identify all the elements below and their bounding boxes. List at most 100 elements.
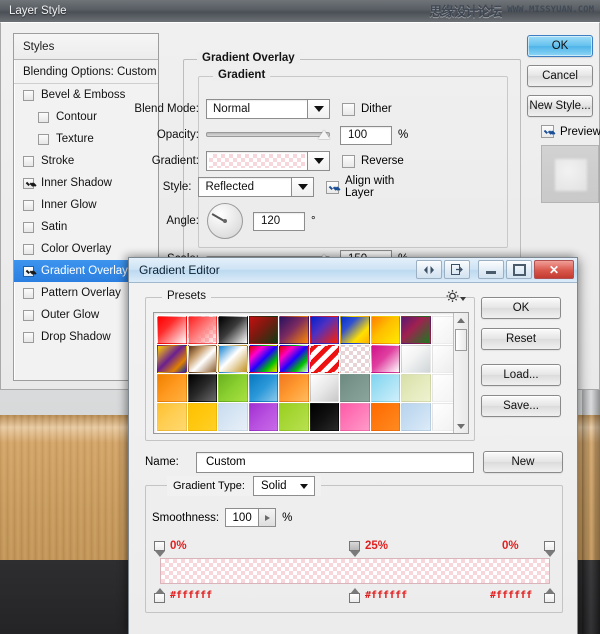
chevron-down-icon[interactable] (307, 152, 329, 170)
color-stop-marker[interactable] (349, 588, 361, 603)
gradient-preset-swatch[interactable] (187, 403, 217, 431)
gradient-preset-swatch[interactable] (187, 316, 217, 344)
gradient-preset-swatch[interactable] (187, 345, 217, 373)
gradient-preset-swatch[interactable] (401, 403, 431, 431)
smoothness-stepper[interactable]: 100 (225, 508, 277, 527)
styles-header[interactable]: Styles (14, 34, 158, 60)
style-enable-checkbox[interactable] (23, 155, 34, 167)
dock-icon[interactable] (416, 260, 442, 279)
blend-mode-select[interactable]: Normal (206, 99, 330, 119)
close-icon[interactable]: ✕ (534, 260, 574, 279)
gradient-preset-swatch[interactable] (309, 316, 339, 344)
style-enable-checkbox[interactable] (23, 177, 34, 189)
gradient-preset-swatch[interactable] (218, 403, 248, 431)
sidebar-item-blending-options[interactable]: Blending Options: Custom (14, 60, 158, 84)
minimize-icon[interactable] (478, 260, 504, 279)
style-enable-checkbox[interactable] (38, 133, 49, 145)
gradient-preset-swatch[interactable] (187, 374, 217, 402)
gradient-preset-swatch[interactable] (248, 374, 278, 402)
angle-dial[interactable] (207, 203, 243, 239)
gradient-preset-swatch[interactable] (340, 374, 370, 402)
reverse-checkbox[interactable] (342, 154, 355, 168)
align-with-layer-option[interactable]: Align with Layer (326, 175, 417, 199)
layer-style-titlebar[interactable]: Layer Style (0, 0, 600, 22)
gradient-preset-swatch[interactable] (218, 374, 248, 402)
dither-checkbox[interactable] (342, 102, 355, 116)
gradient-preset-swatch[interactable] (218, 316, 248, 344)
gradient-preset-swatch[interactable] (340, 403, 370, 431)
gradient-save-button[interactable]: Save... (481, 395, 561, 417)
chevron-down-icon[interactable] (460, 297, 466, 301)
gradient-preset-swatch[interactable] (157, 403, 187, 431)
opacity-input[interactable]: 100 (340, 125, 392, 145)
preview-option[interactable]: Preview (527, 125, 600, 138)
opacity-slider-thumb[interactable] (318, 130, 330, 139)
preview-checkbox[interactable] (541, 125, 554, 138)
color-stop-handle[interactable] (349, 593, 360, 603)
style-enable-checkbox[interactable] (23, 243, 34, 255)
presets-grid[interactable] (154, 313, 453, 433)
gradient-preview-swatch[interactable] (209, 154, 305, 168)
gradient-preset-swatch[interactable] (248, 345, 278, 373)
style-enable-checkbox[interactable] (23, 331, 34, 343)
opacity-stop-marker[interactable] (349, 541, 361, 557)
new-style-button[interactable]: New Style... (527, 95, 593, 117)
new-preset-button[interactable]: New (483, 451, 563, 473)
gradient-preset-swatch[interactable] (279, 374, 309, 402)
ok-button[interactable]: OK (527, 35, 593, 57)
dither-option[interactable]: Dither (342, 102, 392, 116)
scroll-up-icon[interactable] (454, 313, 468, 327)
align-with-layer-checkbox[interactable] (326, 180, 340, 194)
gradient-preset-swatch[interactable] (370, 316, 400, 344)
gradient-type-select[interactable]: Solid (252, 476, 315, 496)
gear-icon[interactable] (446, 288, 466, 304)
gradient-preset-swatch[interactable] (370, 403, 400, 431)
opacity-stop-handle[interactable] (349, 541, 360, 551)
chevron-down-icon[interactable] (299, 484, 308, 489)
gradient-preset-swatch[interactable] (157, 374, 187, 402)
scroll-down-icon[interactable] (454, 419, 468, 433)
gradient-reset-button[interactable]: Reset (481, 328, 561, 350)
gradient-preset-swatch[interactable] (309, 374, 339, 402)
opacity-stop-handle[interactable] (154, 541, 165, 551)
gradient-preset-swatch[interactable] (431, 316, 453, 344)
angle-input[interactable]: 120 (253, 211, 305, 231)
gradient-strip[interactable] (160, 558, 550, 584)
gradient-load-button[interactable]: Load... (481, 364, 561, 386)
gradient-preset-swatch[interactable] (431, 374, 453, 402)
style-select[interactable]: Reflected (198, 177, 315, 197)
gradient-preset-swatch[interactable] (431, 345, 453, 373)
style-enable-checkbox[interactable] (23, 221, 34, 233)
gradient-preset-swatch[interactable] (157, 316, 187, 344)
smoothness-stepper-button[interactable] (259, 508, 277, 527)
style-enable-checkbox[interactable] (23, 287, 34, 299)
gradient-preset-swatch[interactable] (279, 316, 309, 344)
gradient-preset-swatch[interactable] (248, 403, 278, 431)
color-stop-marker[interactable] (544, 588, 556, 603)
style-enable-checkbox[interactable] (23, 265, 34, 277)
opacity-stop-handle[interactable] (544, 541, 555, 551)
chevron-down-icon[interactable] (307, 100, 329, 118)
style-enable-checkbox[interactable] (23, 199, 34, 211)
gradient-preset-swatch[interactable] (279, 345, 309, 373)
share-icon[interactable] (444, 260, 470, 279)
style-enable-checkbox[interactable] (23, 309, 34, 321)
opacity-stop-marker[interactable] (154, 541, 166, 557)
gradient-swatch-select[interactable] (206, 151, 330, 171)
color-stop-handle[interactable] (154, 593, 165, 603)
gradient-preset-swatch[interactable] (279, 403, 309, 431)
gradient-preset-swatch[interactable] (431, 403, 453, 431)
maximize-icon[interactable] (506, 260, 532, 279)
gradient-preset-swatch[interactable] (218, 345, 248, 373)
cancel-button[interactable]: Cancel (527, 65, 593, 87)
style-enable-checkbox[interactable] (23, 89, 34, 101)
gradient-preset-swatch[interactable] (309, 403, 339, 431)
gradient-editor-titlebar[interactable]: Gradient Editor ✕ (129, 258, 577, 283)
reverse-option[interactable]: Reverse (342, 154, 404, 168)
opacity-stop-marker[interactable] (544, 541, 556, 557)
chevron-down-icon[interactable] (291, 178, 314, 196)
gradient-preset-swatch[interactable] (309, 345, 339, 373)
gradient-preset-swatch[interactable] (370, 345, 400, 373)
color-stop-handle[interactable] (544, 593, 555, 603)
color-stop-marker[interactable] (154, 588, 166, 603)
